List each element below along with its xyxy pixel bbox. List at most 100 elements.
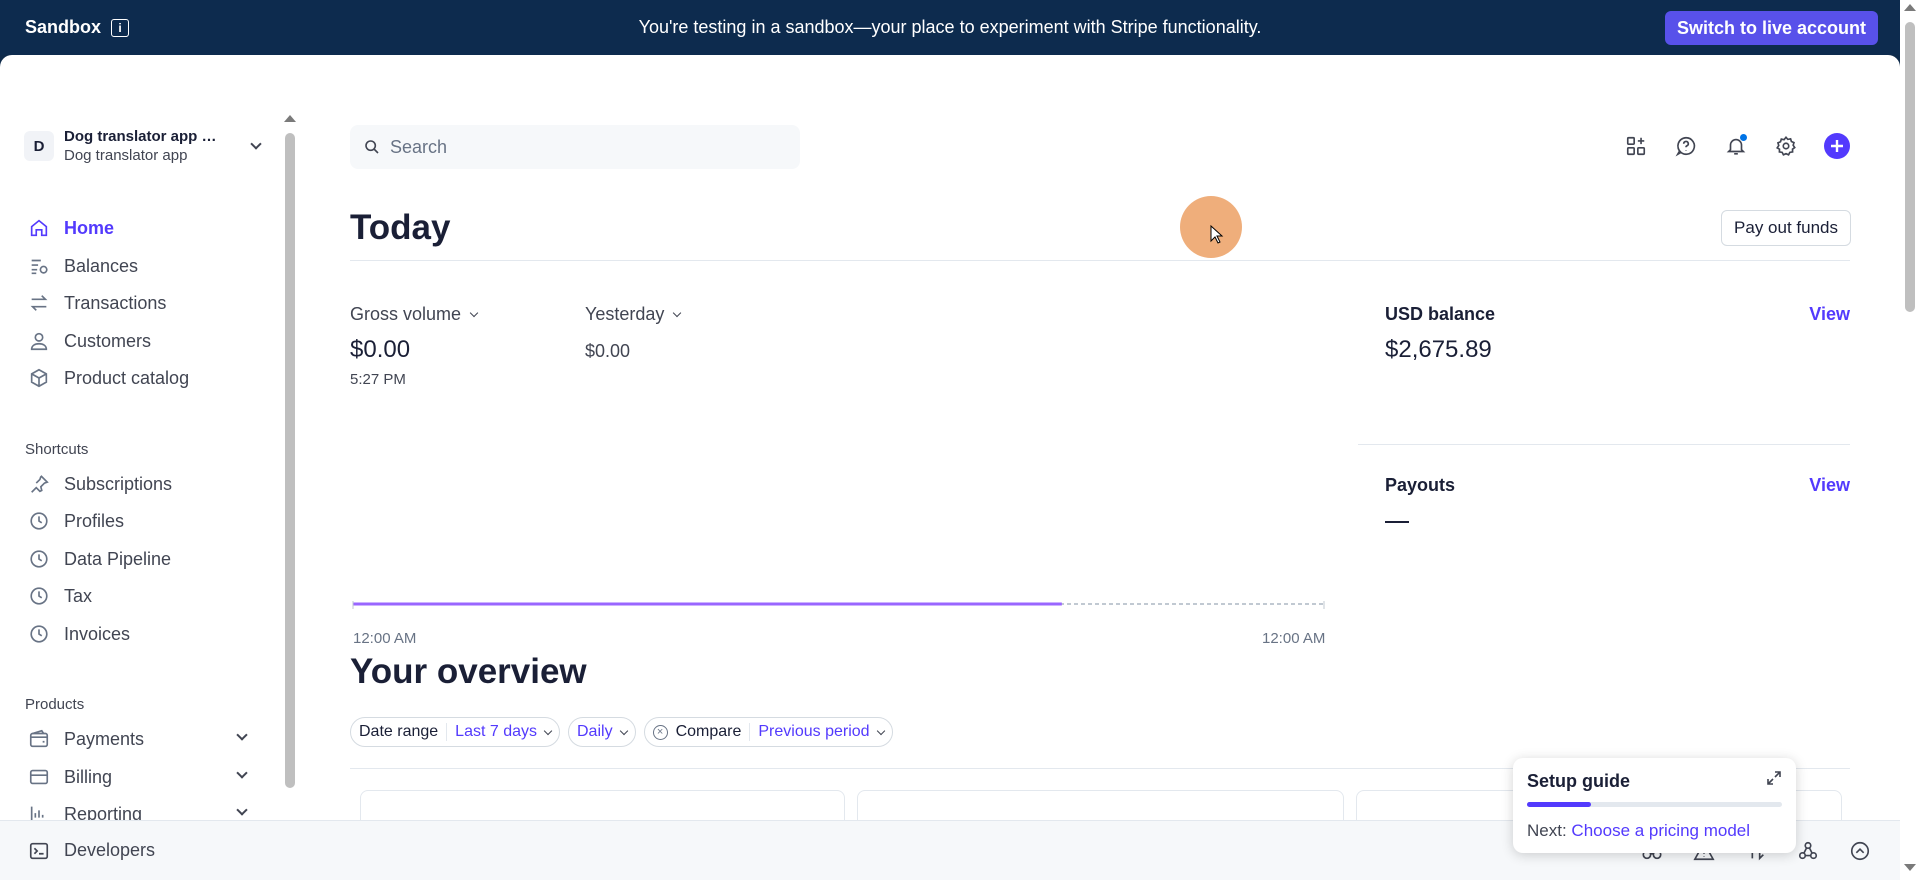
setup-guide-title: Setup guide <box>1527 771 1630 791</box>
terminal-icon <box>29 842 49 859</box>
sandbox-env-label: Sandbox <box>25 17 102 37</box>
usd-balance-view-link[interactable]: View <box>1809 304 1850 325</box>
sidebar-item-label: Data Pipeline <box>64 548 172 569</box>
page-scrollbar-thumb[interactable] <box>1905 22 1915 312</box>
chart-end-label: 12:00 AM <box>1262 630 1326 647</box>
expand-icon[interactable] <box>1766 770 1782 786</box>
sidebar-item-label: Home <box>64 217 115 238</box>
compare-filter[interactable]: × Compare Previous period <box>643 717 893 747</box>
sidebar-item-tax[interactable]: Tax <box>28 581 92 611</box>
setup-progress-bar <box>1527 802 1782 807</box>
developers-label: Developers <box>64 840 156 860</box>
clock-icon <box>28 548 50 570</box>
switch-to-live-button[interactable]: Switch to live account <box>1664 11 1878 45</box>
payouts-label: Payouts <box>1385 475 1456 495</box>
yesterday-label: Yesterday <box>585 304 665 324</box>
sidebar-scrollbar[interactable] <box>285 133 295 788</box>
sidebar-item-transactions[interactable]: Transactions <box>28 288 166 318</box>
setup-guide-panel[interactable]: Setup guide Next: Choose a pricing model <box>1513 758 1796 853</box>
search-input[interactable]: Search <box>350 125 800 169</box>
payouts-view-link[interactable]: View <box>1809 475 1850 496</box>
sidebar-item-profiles[interactable]: Profiles <box>28 506 124 536</box>
sidebar-item-subscriptions[interactable]: Subscriptions <box>28 469 172 499</box>
overview-title: Your overview <box>350 652 587 691</box>
chevron-up-circle-icon[interactable] <box>1848 839 1872 863</box>
gross-volume-value: $0.00 <box>350 336 411 363</box>
info-icon[interactable]: i <box>111 18 130 37</box>
chevron-down-icon <box>543 726 553 735</box>
sidebar-item-balances[interactable]: Balances <box>28 251 138 281</box>
sidebar-scroll-up-icon[interactable] <box>284 115 296 122</box>
interval-filter[interactable]: Daily <box>568 717 636 747</box>
setup-next-step: Next: Choose a pricing model <box>1527 821 1782 841</box>
sidebar-item-customers[interactable]: Customers <box>28 326 151 356</box>
chevron-down-icon <box>619 726 628 735</box>
clock-icon <box>28 623 50 645</box>
sidebar-item-label: Product catalog <box>64 367 190 388</box>
shortcuts-title: Shortcuts <box>25 441 89 458</box>
chart-start-label: 12:00 AM <box>353 630 417 647</box>
gross-volume-dropdown[interactable]: Gross volume <box>350 304 479 325</box>
comparison-period-dropdown[interactable]: Yesterday <box>585 304 682 325</box>
usd-balance-value: $2,675.89 <box>1385 336 1492 363</box>
chevron-down-icon <box>673 308 682 318</box>
payments-icon <box>28 728 50 750</box>
dashboard-app: D Dog translator app sa... Dog translato… <box>0 55 1900 880</box>
product-catalog-icon <box>28 367 50 389</box>
payouts-empty-dash <box>1385 521 1409 523</box>
remove-compare-icon[interactable]: × <box>652 724 668 740</box>
main-content: Search Today Pay out funds Gross volume … <box>350 55 1851 850</box>
usd-balance-label: USD balance <box>1385 304 1496 324</box>
gear-icon[interactable] <box>1774 134 1798 158</box>
chevron-down-icon <box>876 726 885 735</box>
home-icon <box>28 217 50 239</box>
developers-button[interactable]: Developers <box>28 840 155 862</box>
scroll-up-arrow-icon[interactable] <box>1904 4 1916 11</box>
apps-icon[interactable] <box>1624 134 1648 158</box>
setup-next-label: Next: <box>1527 821 1567 840</box>
panel-divider <box>1358 444 1850 445</box>
date-range-filter[interactable]: Date range Last 7 days <box>350 717 560 747</box>
webhooks-icon[interactable] <box>1796 839 1820 863</box>
title-divider <box>350 260 1850 261</box>
notifications-bell-icon[interactable] <box>1724 134 1748 158</box>
overview-filters: Date range Last 7 days Daily × Compare P… <box>350 717 893 747</box>
sidebar-item-data-pipeline[interactable]: Data Pipeline <box>28 544 171 574</box>
sidebar-item-label: Customers <box>64 330 152 351</box>
help-icon[interactable] <box>1674 134 1698 158</box>
sidebar-item-invoices[interactable]: Invoices <box>28 619 130 649</box>
clock-icon <box>28 510 50 532</box>
sidebar-item-product-catalog[interactable]: Product catalog <box>28 363 189 393</box>
sidebar-item-label: Balances <box>64 255 139 276</box>
sidebar: D Dog translator app sa... Dog translato… <box>0 55 300 824</box>
clock-icon <box>28 585 50 607</box>
gross-volume-chart <box>352 601 1325 609</box>
pay-out-funds-button[interactable]: Pay out funds <box>1721 210 1851 246</box>
search-icon <box>365 140 379 154</box>
billing-icon <box>28 766 50 788</box>
account-avatar: D <box>24 131 54 161</box>
date-range-label: Date range <box>359 723 439 740</box>
chevron-down-icon <box>469 308 479 318</box>
account-switcher[interactable]: D Dog translator app sa... Dog translato… <box>24 127 262 165</box>
sidebar-item-billing[interactable]: Billing <box>28 762 112 792</box>
sandbox-banner: Sandbox i You're testing in a sandbox—yo… <box>0 0 1920 55</box>
notification-dot <box>1740 134 1747 141</box>
chevron-down-icon[interactable] <box>236 804 248 816</box>
sidebar-item-label: Profiles <box>64 510 125 531</box>
sidebar-item-payments[interactable]: Payments <box>28 724 258 754</box>
sidebar-item-home[interactable]: Home <box>28 213 114 243</box>
choose-pricing-model-link[interactable]: Choose a pricing model <box>1571 821 1750 840</box>
sidebar-item-label: Invoices <box>64 623 131 644</box>
create-plus-button[interactable] <box>1824 133 1850 159</box>
compare-value: Previous period <box>758 723 870 740</box>
sidebar-item-label: Subscriptions <box>64 473 173 494</box>
sidebar-item-label: Transactions <box>64 292 167 313</box>
page-title: Today <box>350 208 451 247</box>
sidebar-item-label: Payments <box>64 728 145 749</box>
interval-value: Daily <box>577 723 613 740</box>
date-range-value: Last 7 days <box>455 723 537 740</box>
sidebar-item-label: Billing <box>64 766 113 787</box>
scroll-down-arrow-icon[interactable] <box>1904 864 1916 871</box>
chevron-down-icon[interactable] <box>236 767 248 779</box>
